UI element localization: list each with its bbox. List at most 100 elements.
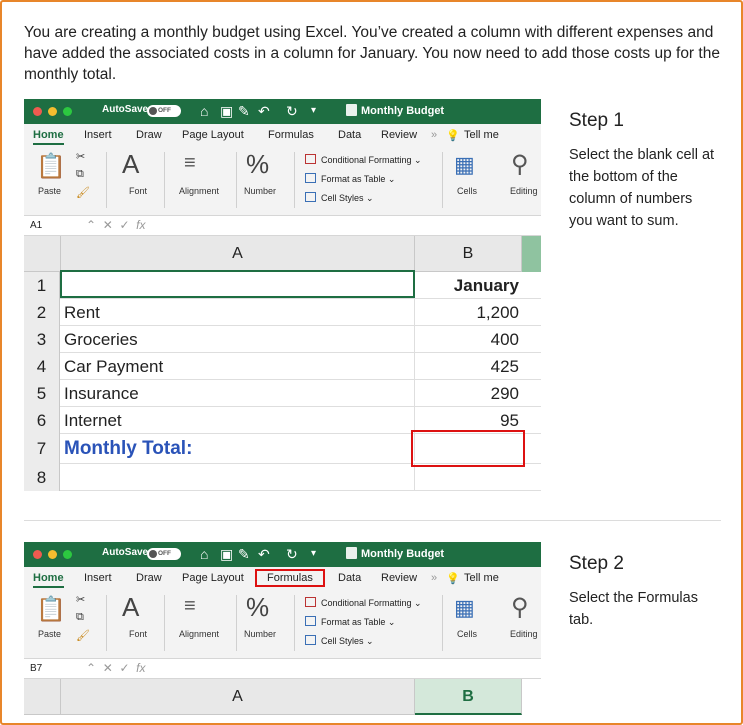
home-icon[interactable]: ⌂ bbox=[200, 103, 208, 119]
column-header-a[interactable]: A bbox=[61, 679, 415, 715]
save-icon[interactable]: ▣ bbox=[220, 546, 233, 562]
paste-label[interactable]: Paste bbox=[38, 186, 61, 196]
format-as-table-button[interactable]: Format as Table ⌄ bbox=[305, 173, 395, 185]
cut-icon[interactable]: ✂ bbox=[76, 593, 85, 606]
minimize-window-button[interactable] bbox=[48, 107, 57, 116]
autosave-toggle[interactable]: OFF bbox=[147, 105, 181, 117]
home-icon[interactable]: ⌂ bbox=[200, 546, 208, 562]
number-label[interactable]: Number bbox=[244, 629, 276, 639]
edit-icon[interactable]: ✎ bbox=[238, 546, 250, 562]
zoom-window-button[interactable] bbox=[63, 550, 72, 559]
alignment-icon[interactable]: ≡ bbox=[184, 595, 196, 618]
cells-label[interactable]: Cells bbox=[457, 186, 477, 196]
undo-icon[interactable]: ↶ bbox=[258, 103, 270, 119]
column-header-b[interactable]: B bbox=[415, 679, 522, 715]
conditional-formatting-button[interactable]: Conditional Formatting ⌄ bbox=[305, 154, 422, 166]
close-window-button[interactable] bbox=[33, 107, 42, 116]
number-label[interactable]: Number bbox=[244, 186, 276, 196]
row-header[interactable]: 7 bbox=[24, 434, 60, 464]
paste-label[interactable]: Paste bbox=[38, 629, 61, 639]
row-header[interactable]: 3 bbox=[24, 326, 60, 353]
more-tabs-icon[interactable]: » bbox=[431, 572, 437, 584]
tab-review[interactable]: Review bbox=[381, 572, 417, 584]
font-icon[interactable]: A bbox=[122, 150, 139, 178]
customize-toolbar-icon[interactable]: ▾ bbox=[311, 103, 316, 119]
select-all-corner[interactable] bbox=[24, 679, 61, 715]
font-icon[interactable]: A bbox=[122, 593, 139, 621]
tab-home[interactable]: Home bbox=[33, 129, 64, 145]
undo-icon[interactable]: ↶ bbox=[258, 546, 270, 562]
font-label[interactable]: Font bbox=[129, 186, 147, 196]
column-header-b[interactable]: B bbox=[415, 236, 522, 272]
fx-icon[interactable]: ⌃ ✕ ✓ fx bbox=[86, 661, 146, 675]
fx-icon[interactable]: ⌃ ✕ ✓ fx bbox=[86, 218, 146, 232]
alignment-label[interactable]: Alignment bbox=[179, 186, 219, 196]
cell-a[interactable]: Monthly Total: bbox=[64, 434, 192, 461]
save-icon[interactable]: ▣ bbox=[220, 103, 233, 119]
row-header[interactable]: 5 bbox=[24, 380, 60, 407]
cell-styles-button[interactable]: Cell Styles ⌄ bbox=[305, 635, 374, 647]
cell-a[interactable]: Rent bbox=[64, 299, 100, 326]
cell-b[interactable]: 425 bbox=[414, 353, 521, 380]
clipboard-icon[interactable]: 📋 bbox=[36, 595, 66, 624]
select-all-corner[interactable] bbox=[24, 236, 61, 272]
tab-review[interactable]: Review bbox=[381, 129, 417, 141]
cell-a[interactable]: Car Payment bbox=[64, 353, 163, 380]
cell-b[interactable]: 1,200 bbox=[414, 299, 521, 326]
cell-b[interactable]: January bbox=[414, 272, 521, 299]
copy-icon[interactable]: ⧉ bbox=[76, 168, 84, 181]
tab-data[interactable]: Data bbox=[338, 129, 361, 141]
tell-me-search[interactable]: Tell me bbox=[464, 572, 499, 584]
tab-formulas[interactable]: Formulas bbox=[255, 569, 325, 587]
editing-label[interactable]: Editing bbox=[510, 629, 538, 639]
tell-me-search[interactable]: Tell me bbox=[464, 129, 499, 141]
format-painter-icon[interactable]: 🖌 bbox=[76, 186, 90, 199]
cells-icon[interactable]: ▦ bbox=[454, 595, 475, 621]
row-header[interactable]: 8 bbox=[24, 464, 60, 491]
cell-b[interactable]: 290 bbox=[414, 380, 521, 407]
edit-icon[interactable]: ✎ bbox=[238, 103, 250, 119]
alignment-label[interactable]: Alignment bbox=[179, 629, 219, 639]
autosave-toggle[interactable]: OFF bbox=[147, 548, 181, 560]
row-header[interactable]: 1 bbox=[24, 272, 60, 299]
tab-home[interactable]: Home bbox=[33, 572, 64, 588]
cell-a[interactable]: Insurance bbox=[64, 380, 139, 407]
format-as-table-button[interactable]: Format as Table ⌄ bbox=[305, 616, 395, 628]
cell-styles-button[interactable]: Cell Styles ⌄ bbox=[305, 192, 374, 204]
redo-icon[interactable]: ↻ bbox=[286, 103, 298, 119]
alignment-icon[interactable]: ≡ bbox=[184, 152, 196, 175]
close-window-button[interactable] bbox=[33, 550, 42, 559]
cell-a[interactable]: Internet bbox=[64, 407, 122, 434]
cells-icon[interactable]: ▦ bbox=[454, 152, 475, 178]
copy-icon[interactable]: ⧉ bbox=[76, 611, 84, 624]
percent-icon[interactable]: % bbox=[246, 150, 269, 178]
name-box[interactable]: B7 bbox=[30, 663, 42, 674]
tab-insert[interactable]: Insert bbox=[84, 129, 112, 141]
row-header[interactable]: 6 bbox=[24, 407, 60, 434]
minimize-window-button[interactable] bbox=[48, 550, 57, 559]
percent-icon[interactable]: % bbox=[246, 593, 269, 621]
editing-label[interactable]: Editing bbox=[510, 186, 538, 196]
conditional-formatting-button[interactable]: Conditional Formatting ⌄ bbox=[305, 597, 422, 609]
tab-draw[interactable]: Draw bbox=[136, 129, 162, 141]
tab-insert[interactable]: Insert bbox=[84, 572, 112, 584]
name-box[interactable]: A1 bbox=[30, 220, 42, 231]
font-label[interactable]: Font bbox=[129, 629, 147, 639]
cell-b[interactable]: 400 bbox=[414, 326, 521, 353]
cut-icon[interactable]: ✂ bbox=[76, 150, 85, 163]
more-tabs-icon[interactable]: » bbox=[431, 129, 437, 141]
zoom-window-button[interactable] bbox=[63, 107, 72, 116]
format-painter-icon[interactable]: 🖌 bbox=[76, 629, 90, 642]
search-icon[interactable]: ⚲ bbox=[511, 150, 529, 179]
cell-a[interactable]: Groceries bbox=[64, 326, 138, 353]
search-icon[interactable]: ⚲ bbox=[511, 593, 529, 622]
row-header[interactable]: 4 bbox=[24, 353, 60, 380]
tab-draw[interactable]: Draw bbox=[136, 572, 162, 584]
customize-toolbar-icon[interactable]: ▾ bbox=[311, 546, 316, 562]
row-header[interactable]: 2 bbox=[24, 299, 60, 326]
cell-b[interactable] bbox=[414, 464, 521, 491]
tab-data[interactable]: Data bbox=[338, 572, 361, 584]
redo-icon[interactable]: ↻ bbox=[286, 546, 298, 562]
tab-formulas[interactable]: Formulas bbox=[268, 129, 314, 141]
cells-label[interactable]: Cells bbox=[457, 629, 477, 639]
